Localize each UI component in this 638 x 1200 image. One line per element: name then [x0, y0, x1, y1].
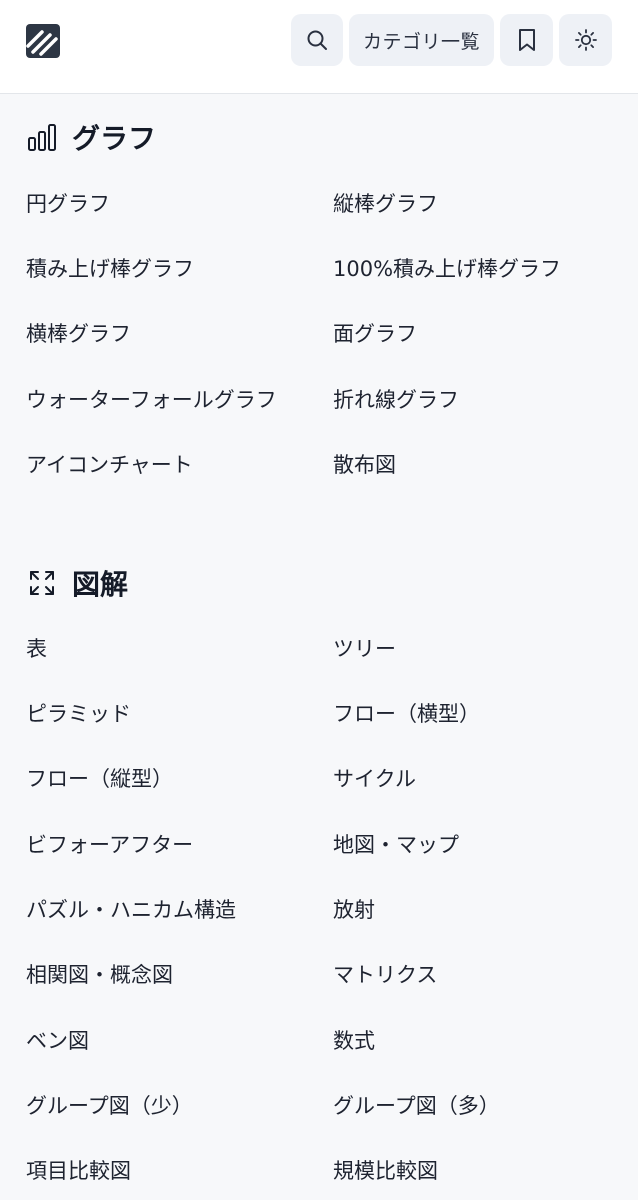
category-link[interactable]: サイクル [333, 764, 416, 794]
category-link[interactable]: フロー（縦型） [26, 764, 173, 794]
expand-icon [26, 567, 58, 599]
category-link[interactable]: 横棒グラフ [26, 319, 131, 349]
app-header: カテゴリ一覧 [0, 0, 638, 94]
category-link[interactable]: 散布図 [333, 450, 396, 480]
category-link[interactable]: ウォーターフォールグラフ [26, 385, 277, 415]
section-title-text: グラフ [72, 122, 157, 155]
category-link[interactable]: パズル・ハニカム構造 [26, 895, 236, 925]
category-link[interactable]: 項目比較図 [26, 1156, 131, 1186]
category-link[interactable]: 円グラフ [26, 189, 110, 219]
bookmark-button[interactable] [500, 14, 553, 66]
bookmark-icon [518, 29, 535, 51]
category-link[interactable]: 規模比較図 [333, 1156, 438, 1186]
sun-icon [574, 29, 597, 51]
category-list-button[interactable]: カテゴリ一覧 [349, 14, 494, 66]
category-link[interactable]: 100%積み上げ棒グラフ [333, 254, 561, 284]
category-link[interactable]: ピラミッド [26, 699, 131, 729]
logo-icon[interactable] [26, 24, 60, 58]
category-link[interactable]: 縦棒グラフ [333, 189, 438, 219]
category-link[interactable]: 相関図・概念図 [26, 960, 173, 990]
category-link[interactable]: ツリー [333, 634, 396, 664]
category-link[interactable]: アイコンチャート [26, 450, 193, 480]
category-link[interactable]: マトリクス [333, 960, 437, 990]
search-button[interactable] [291, 14, 343, 66]
search-icon [307, 30, 327, 50]
section-title-graph: グラフ [26, 117, 156, 157]
category-link[interactable]: 放射 [333, 895, 375, 925]
category-link[interactable]: フロー（横型） [333, 699, 480, 729]
category-list-label: カテゴリ一覧 [362, 30, 480, 53]
bar-chart-icon [26, 121, 58, 153]
category-link[interactable]: 折れ線グラフ [333, 385, 459, 415]
category-link[interactable]: ビフォーアフター [26, 830, 193, 860]
section-title-diagram: 図解 [26, 563, 128, 603]
category-link[interactable]: グループ図（少） [26, 1091, 193, 1121]
category-link[interactable]: 地図・マップ [333, 830, 459, 860]
category-link[interactable]: ベン図 [26, 1026, 89, 1056]
category-link[interactable]: グループ図（多） [333, 1091, 500, 1121]
theme-toggle-button[interactable] [559, 14, 612, 66]
category-link[interactable]: 表 [26, 634, 47, 664]
section-title-text: 図解 [72, 568, 129, 601]
category-link[interactable]: 面グラフ [333, 319, 417, 349]
category-link[interactable]: 数式 [333, 1026, 375, 1056]
category-link[interactable]: 積み上げ棒グラフ [26, 254, 194, 284]
